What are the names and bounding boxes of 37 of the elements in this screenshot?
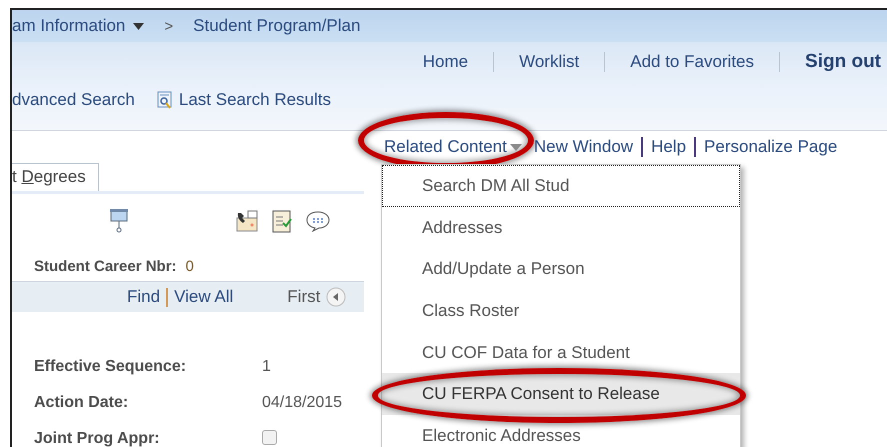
chat-bubble-icon[interactable]: [305, 210, 331, 232]
search-results-icon: [156, 91, 173, 109]
field-value: 0: [186, 258, 194, 275]
view-all-link[interactable]: View All: [174, 287, 234, 307]
field-value: 1: [262, 358, 271, 376]
field-label: Effective Sequence:: [34, 358, 188, 376]
header-link[interactable]: New Window: [534, 137, 634, 157]
menu-item[interactable]: Electronic Addresses: [382, 415, 740, 447]
caret-icon[interactable]: [133, 22, 144, 30]
find-link[interactable]: Find: [127, 287, 160, 307]
search-link[interactable]: dvanced Search: [12, 90, 135, 110]
field-label: Joint Prog Appr:: [34, 430, 161, 447]
header-link[interactable]: Add to Favorites: [630, 52, 754, 72]
header-link[interactable]: Worklist: [519, 52, 580, 72]
menu-item[interactable]: Addresses: [382, 206, 740, 248]
checklist-icon[interactable]: [271, 209, 293, 233]
related-content-dropdown[interactable]: Related Content: [384, 137, 522, 157]
breadcrumb-link[interactable]: Student Program/Plan: [193, 16, 360, 36]
menu-item[interactable]: CU COF Data for a Student: [382, 332, 740, 374]
header-link[interactable]: Home: [422, 52, 468, 72]
checkbox[interactable]: [262, 430, 277, 445]
field-value: 04/18/2015: [262, 394, 342, 412]
header-link[interactable]: Personalize Page: [704, 137, 838, 157]
first-label: First: [287, 287, 320, 307]
menu-item[interactable]: Add/Update a Person: [382, 248, 740, 290]
header-link[interactable]: Help: [651, 137, 686, 157]
menu-item[interactable]: Search DM All Stud: [382, 165, 740, 207]
tab[interactable]: t Degrees: [12, 163, 99, 191]
phone-note-icon[interactable]: [235, 210, 259, 232]
breadcrumb-link[interactable]: am Information: [12, 16, 126, 36]
header-link[interactable]: Sign out: [805, 51, 881, 73]
menu-item[interactable]: Class Roster: [382, 290, 740, 332]
field-label: Student Career Nbr:: [34, 258, 177, 275]
breadcrumb-separator: >: [164, 18, 174, 34]
presentation-icon[interactable]: [109, 208, 129, 234]
search-link[interactable]: Last Search Results: [156, 90, 332, 110]
field-label: Action Date:: [34, 394, 130, 412]
